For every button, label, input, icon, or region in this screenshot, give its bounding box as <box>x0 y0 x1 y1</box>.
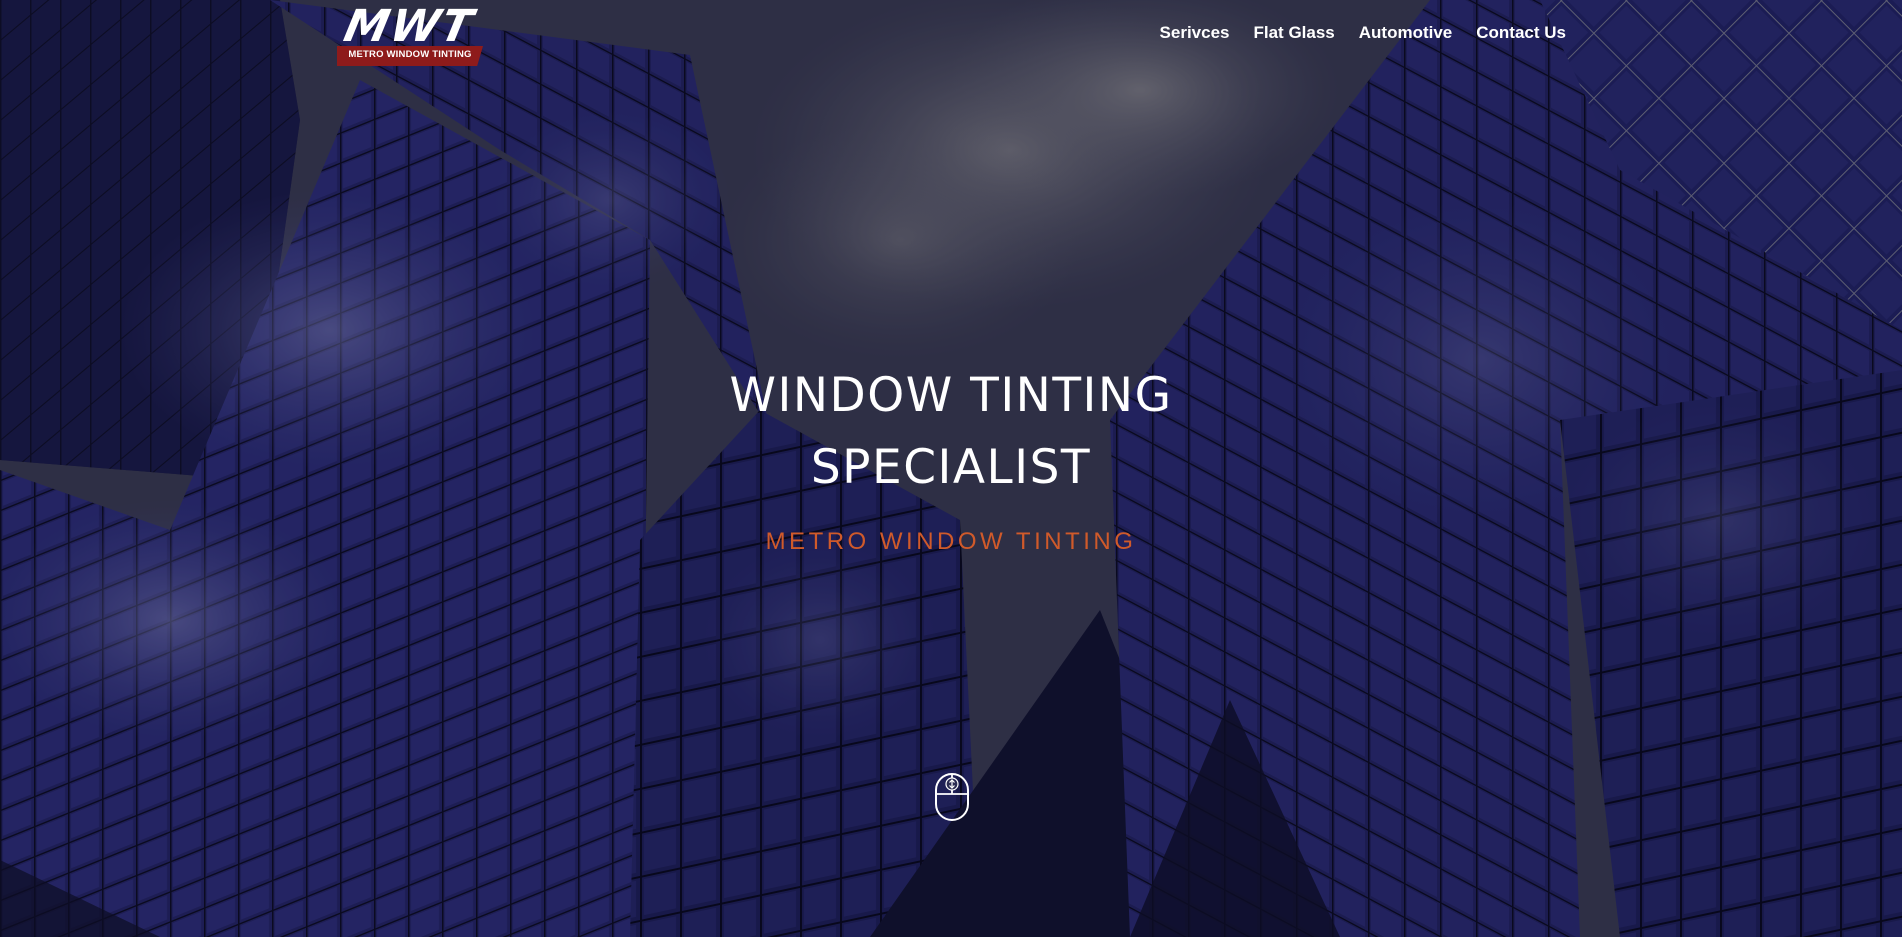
logo[interactable]: MWT METRO WINDOW TINTING <box>335 1 487 66</box>
hero-section: MWT METRO WINDOW TINTING Serivces Flat G… <box>0 0 1902 937</box>
hero-title: WINDOW TINTING SPECIALIST <box>0 360 1902 504</box>
hero-title-line-1: WINDOW TINTING <box>729 368 1173 423</box>
hero-subtitle: METRO WINDOW TINTING <box>765 528 1137 555</box>
logo-subtitle: METRO WINDOW TINTING <box>348 49 472 60</box>
logo-letters: MWT <box>339 1 479 52</box>
hero-title-line-2: SPECIALIST <box>810 440 1092 495</box>
nav-link-flat-glass[interactable]: Flat Glass <box>1254 22 1335 44</box>
nav-link-contact-us[interactable]: Contact Us <box>1476 22 1566 44</box>
mouse-scroll-icon[interactable] <box>934 772 970 822</box>
nav-link-automotive[interactable]: Automotive <box>1359 22 1453 44</box>
main-nav: Serivces Flat Glass Automotive Contact U… <box>1160 22 1566 44</box>
nav-link-services[interactable]: Serivces <box>1160 22 1230 44</box>
